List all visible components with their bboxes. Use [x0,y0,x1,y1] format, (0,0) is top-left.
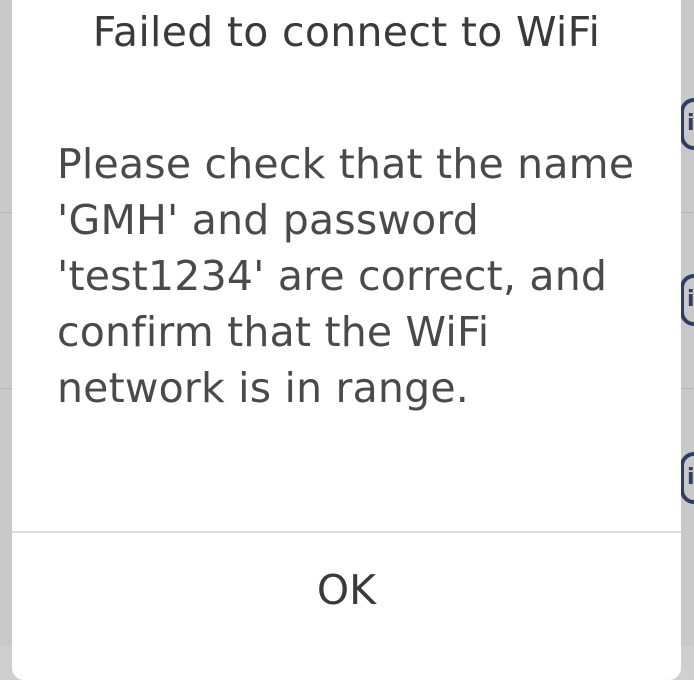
ok-button[interactable]: OK [12,533,681,646]
info-icon: i [680,274,694,326]
wifi-error-dialog: Failed to connect to WiFi Please check t… [12,0,681,680]
info-icon: i [680,452,694,504]
dialog-title: Failed to connect to WiFi [92,8,601,56]
dialog-message: Please check that the name 'GMH' and pas… [57,140,635,412]
info-icon: i [680,98,694,150]
